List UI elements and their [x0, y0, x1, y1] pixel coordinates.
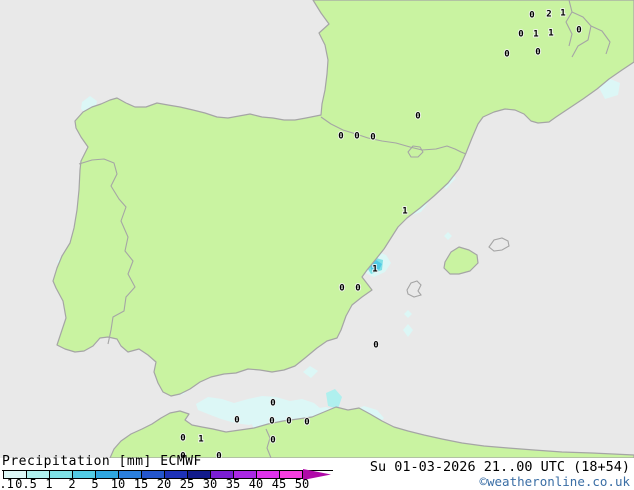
precip-value-label: 1 — [560, 9, 565, 19]
weather-map: 0 2 10 1 1 00 00 0 00110 0000 0 0 00 1 00 0 — [0, 0, 634, 458]
precip-value-label: 1 — [402, 207, 407, 217]
map-area: 0210110000000110000000001000 — [0, 0, 634, 458]
colorbar-tick: 40 — [248, 477, 264, 490]
precip-value-label: 0 — [339, 284, 344, 294]
legend-bar: Precipitation [mm] ECMWF 0.10.5125101520… — [0, 455, 634, 490]
precip-value-label: 0 — [269, 417, 274, 427]
precip-value-label: 1 — [198, 435, 203, 445]
weather-map-page: 0210110000000110000000001000 Precipitati… — [0, 0, 634, 490]
precip-value-label: 0 — [529, 11, 534, 21]
forecast-datetime: Su 01-03-2026 21..00 UTC (18+54) — [369, 459, 630, 475]
precip-value-label: 0 — [373, 341, 378, 351]
precip-value-label: 0 — [504, 50, 509, 60]
colorbar-tick: 25 — [179, 477, 195, 490]
colorbar-tick: 45 — [271, 477, 287, 490]
precip-value-label: 0 — [576, 26, 581, 36]
precip-value-label: 0 — [354, 132, 359, 142]
precip-value-label: 0 — [518, 30, 523, 40]
colorbar-tick: 20 — [156, 477, 172, 490]
precip-value-label: 1 — [548, 29, 553, 39]
colorbar-tick: 5 — [91, 477, 99, 490]
colorbar-tick: 0.5 — [15, 477, 37, 490]
colorbar-tick: 30 — [202, 477, 218, 490]
colorbar-ticks: 0.10.5125101520253035404550 — [0, 477, 360, 490]
colorbar-tick: 2 — [68, 477, 76, 490]
copyright-link[interactable]: ©weatheronline.co.uk — [479, 474, 630, 489]
precip-value-label: 0 — [270, 436, 275, 446]
precip-value-label: 0 — [286, 417, 291, 427]
precip-value-label: 0 — [338, 132, 343, 142]
colorbar-tick: 50 — [294, 477, 310, 490]
colorbar-tick: 0.1 — [0, 477, 14, 490]
precip-value-label: 0 — [304, 418, 309, 428]
precip-value-label: 0 — [415, 112, 420, 122]
precip-value-label: 0 — [180, 434, 185, 444]
colorbar-tick: 10 — [110, 477, 126, 490]
colorbar-tick: 15 — [133, 477, 149, 490]
colorbar-tick: 1 — [45, 477, 53, 490]
precip-value-label: 1 — [372, 265, 377, 275]
precip-value-label: 1 — [533, 30, 538, 40]
precip-value-label: 0 — [535, 48, 540, 58]
precip-value-label: 0 — [270, 399, 275, 409]
legend-title: Precipitation [mm] ECMWF — [2, 455, 333, 471]
colorbar-tick: 35 — [225, 477, 241, 490]
precip-value-label: 0 — [234, 416, 239, 426]
precip-value-label: 0 — [355, 284, 360, 294]
precip-value-label: 0 — [370, 133, 375, 143]
precip-value-label: 2 — [546, 10, 551, 20]
